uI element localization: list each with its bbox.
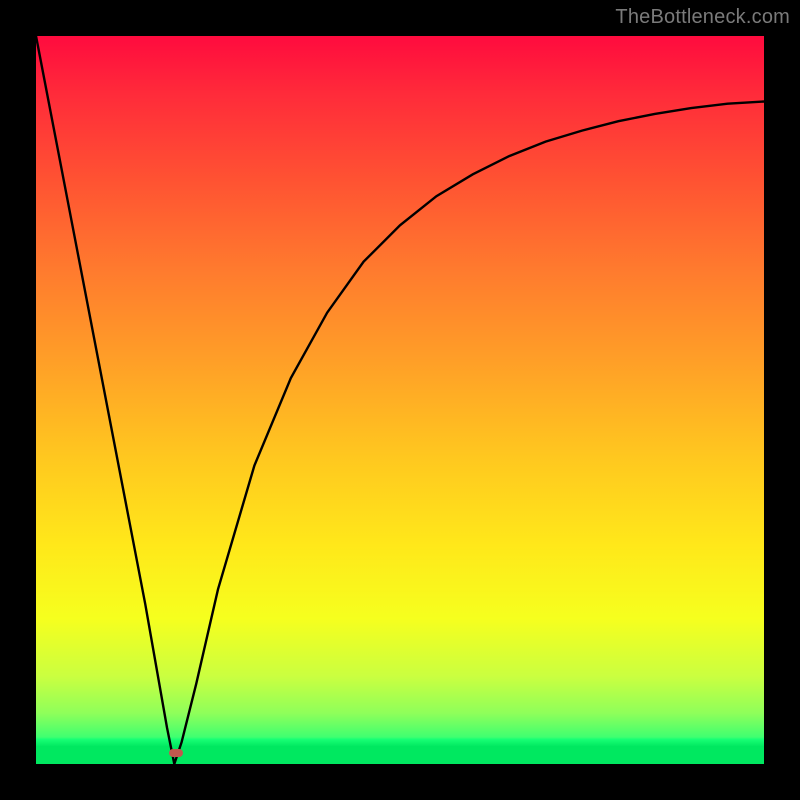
minimum-marker: [169, 749, 183, 757]
curve-svg: [36, 36, 764, 764]
watermark-text: TheBottleneck.com: [615, 6, 790, 29]
outer-frame: TheBottleneck.com: [0, 0, 800, 800]
plot-area: [36, 36, 764, 764]
bottleneck-curve-path: [36, 36, 764, 764]
